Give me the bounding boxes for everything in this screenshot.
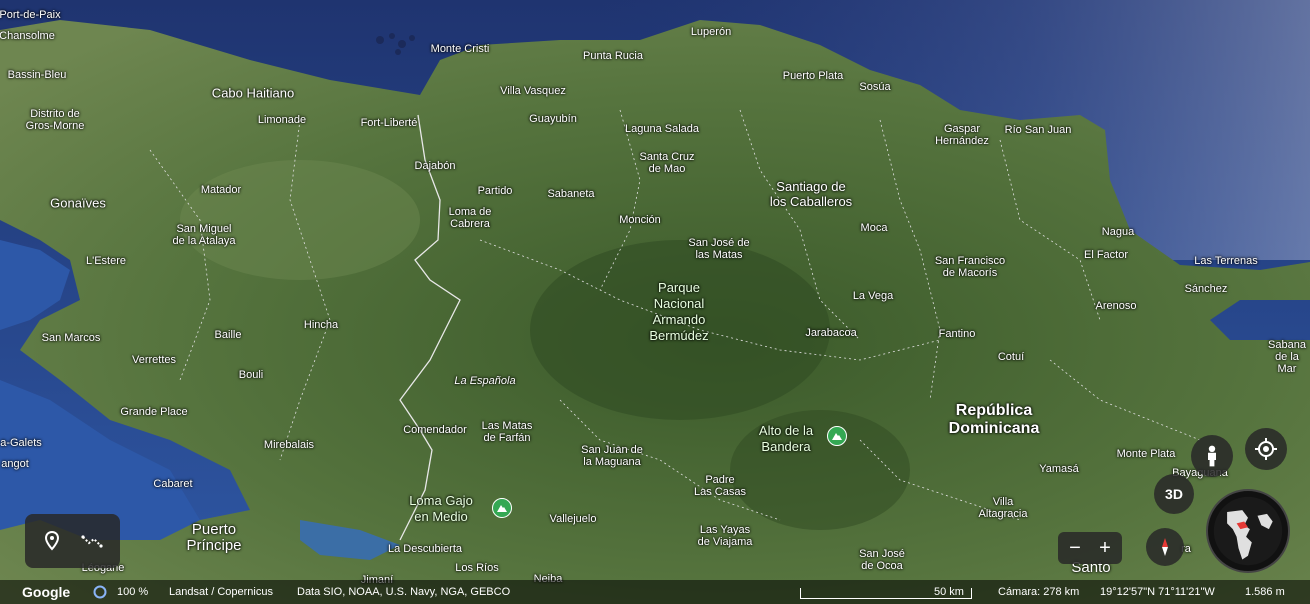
place-label[interactable]: a-Galets (0, 437, 42, 449)
place-label[interactable]: San Francisco de Macorís (935, 255, 1005, 279)
place-label[interactable]: Monte Cristi (431, 43, 490, 55)
place-label[interactable]: Puerto Plata (783, 70, 844, 82)
place-label[interactable]: Sánchez (1185, 283, 1228, 295)
loading-ring-icon (93, 585, 107, 599)
place-label[interactable]: Sosúa (859, 81, 890, 93)
place-label[interactable]: Sabaneta (547, 188, 594, 200)
globe-icon (1213, 496, 1283, 566)
place-label[interactable]: Yamasá (1039, 463, 1079, 475)
place-label[interactable]: Las Yayas de Viajama (698, 524, 753, 548)
park-label[interactable]: Parque Nacional Armando Bermúdez (649, 280, 708, 344)
cursor-coordinates: 19°12'57"N 71°11'21"W (1100, 586, 1215, 598)
globe-overview-button[interactable] (1206, 489, 1290, 573)
my-location-button[interactable] (1245, 428, 1287, 470)
map-tools-panel (25, 514, 120, 568)
region-label[interactable]: La Española (454, 375, 515, 387)
place-label[interactable]: Bassin-Bleu (8, 69, 67, 81)
place-label[interactable]: Jarabacoa (805, 327, 856, 339)
place-label[interactable]: angot (1, 458, 29, 470)
plain-area (180, 160, 420, 280)
place-label[interactable]: Gonaïves (50, 196, 106, 211)
google-logo: Google (22, 584, 71, 600)
place-label[interactable]: Comendador (403, 424, 467, 436)
place-label[interactable]: Punta Rucia (583, 50, 643, 62)
place-label[interactable]: Santa Cruz de Mao (639, 151, 694, 175)
place-label[interactable]: Laguna Salada (625, 123, 699, 135)
place-label[interactable]: Cotuí (998, 351, 1024, 363)
zoom-in-button[interactable]: + (1092, 534, 1118, 562)
place-label[interactable]: Moca (861, 222, 888, 234)
place-label[interactable]: Padre Las Casas (694, 474, 746, 498)
camera-altitude: Cámara: 278 km (998, 586, 1080, 598)
pegman-button[interactable] (1191, 435, 1233, 477)
place-label[interactable]: San Miguel de la Atalaya (173, 223, 236, 247)
place-label[interactable]: L'Estere (86, 255, 126, 267)
measure-path-icon[interactable] (80, 529, 104, 553)
scale-label: 50 km (934, 586, 964, 598)
place-label[interactable]: Monte Plata (1117, 448, 1176, 460)
toggle-3d-button[interactable]: 3D (1154, 474, 1194, 514)
place-label[interactable]: Santiago de los Caballeros (770, 179, 852, 209)
place-label[interactable]: Partido (478, 185, 513, 197)
place-label[interactable]: San José de Ocoa (859, 548, 905, 572)
place-label[interactable]: Gaspar Hernández (935, 123, 989, 147)
place-label[interactable]: Cabo Haitiano (212, 86, 294, 101)
place-label[interactable]: Vallejuelo (550, 513, 597, 525)
place-label[interactable]: Fantino (939, 328, 976, 340)
place-label[interactable]: Monción (619, 214, 661, 226)
place-label[interactable]: Arenoso (1096, 300, 1137, 312)
place-label[interactable]: Chansolme (0, 30, 55, 42)
place-label[interactable]: Cabaret (153, 478, 192, 490)
place-label[interactable]: Guayubín (529, 113, 577, 125)
peak-label[interactable]: Loma Gajo en Medio (409, 493, 473, 525)
zoom-controls: − + (1058, 532, 1122, 564)
place-label[interactable]: Villa Altagracia (979, 496, 1028, 520)
zoom-out-button[interactable]: − (1062, 534, 1088, 562)
mountain-peak-icon[interactable] (827, 426, 847, 446)
place-label[interactable]: La Vega (853, 290, 893, 302)
imagery-credit[interactable]: Landsat / Copernicus (169, 586, 273, 598)
place-label[interactable]: San Marcos (42, 332, 101, 344)
country-label[interactable]: República Dominicana (949, 402, 1040, 438)
peak-label[interactable]: Alto de la Bandera (759, 423, 813, 455)
pegman-icon (1208, 445, 1216, 467)
place-label[interactable]: Mirebalais (264, 439, 314, 451)
place-label[interactable]: Los Ríos (455, 562, 498, 574)
place-label[interactable]: San Juan de la Maguana (581, 444, 643, 468)
place-label[interactable]: Bouli (239, 369, 263, 381)
crosshair-icon (1255, 438, 1277, 460)
compass-icon (1162, 538, 1168, 556)
status-bar: Google 100 % Landsat / Copernicus Data S… (0, 580, 1310, 604)
place-label[interactable]: Limonade (258, 114, 306, 126)
place-label[interactable]: Luperón (691, 26, 731, 38)
place-label[interactable]: Verrettes (132, 354, 176, 366)
place-label[interactable]: Nagua (1102, 226, 1134, 238)
place-label[interactable]: Grande Place (120, 406, 187, 418)
place-label[interactable]: San José de las Matas (688, 237, 749, 261)
place-label[interactable]: Hincha (304, 319, 338, 331)
compass-button[interactable] (1146, 528, 1184, 566)
place-label[interactable]: El Factor (1084, 249, 1128, 261)
loading-percent: 100 % (117, 586, 149, 598)
place-label[interactable]: Port-de-Paix (0, 9, 61, 21)
place-label[interactable]: Loma de Cabrera (449, 206, 492, 230)
data-credit[interactable]: Data SIO, NOAA, U.S. Navy, NGA, GEBCO (297, 586, 510, 598)
place-label[interactable]: Río San Juan (1005, 124, 1072, 136)
place-pin-icon[interactable] (40, 529, 64, 553)
place-label[interactable]: Las Terrenas (1194, 255, 1257, 267)
place-label[interactable]: Dajabón (415, 160, 456, 172)
place-label[interactable]: Matador (201, 184, 241, 196)
place-label[interactable]: La Descubierta (388, 543, 462, 555)
place-label[interactable]: Fort-Liberté (361, 117, 418, 129)
place-label[interactable]: Baille (215, 329, 242, 341)
place-label[interactable]: Las Matas de Farfán (482, 420, 533, 444)
place-label[interactable]: Sabana de la Mar (1268, 339, 1306, 375)
place-label[interactable]: Distrito de Gros-Morne (26, 108, 85, 132)
place-label[interactable]: Puerto Príncipe (186, 522, 241, 554)
elevation-readout: 1.586 m (1245, 586, 1285, 598)
place-label[interactable]: Villa Vasquez (500, 85, 566, 97)
mountain-peak-icon[interactable] (492, 498, 512, 518)
